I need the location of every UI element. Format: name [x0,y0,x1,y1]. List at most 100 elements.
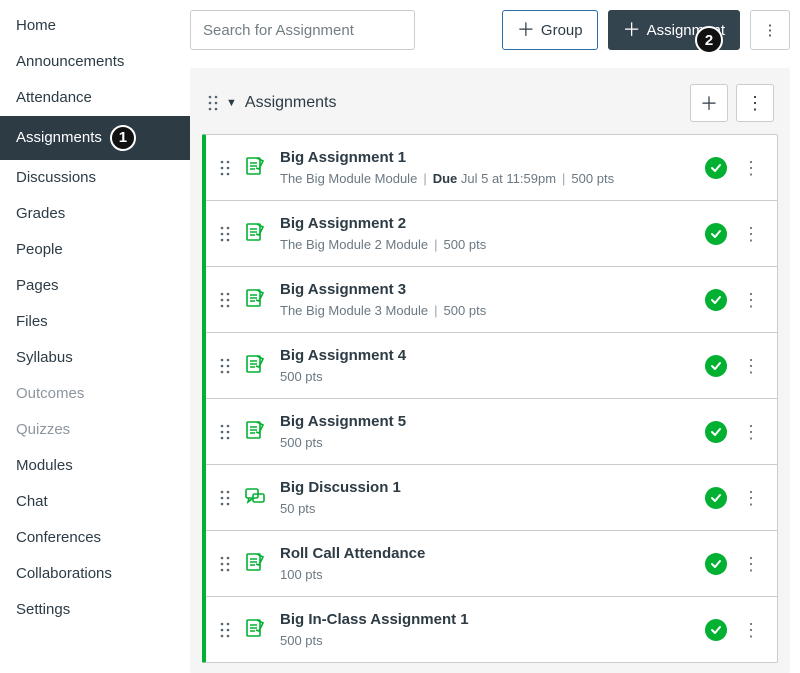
nav-item-modules[interactable]: Modules [0,448,190,484]
nav-item-announcements[interactable]: Announcements [0,44,190,80]
drag-handle-icon[interactable] [208,95,218,111]
drag-handle-icon[interactable] [220,490,230,506]
nav-item-label: Assignments [16,129,102,147]
published-check-icon[interactable] [705,355,727,377]
nav-item-assignments[interactable]: Assignments 1 [0,116,190,160]
drag-handle-icon[interactable] [220,160,230,176]
row-body: Big Assignment 4500 pts [280,347,691,384]
toolbar: ＋ Group ＋ Assignment ⋮ 2 [190,10,790,50]
row-body: Big Assignment 5500 pts [280,413,691,450]
published-check-icon[interactable] [705,157,727,179]
drag-handle-icon[interactable] [220,622,230,638]
nav-item-label: Modules [16,457,73,475]
assignment-icon [244,551,266,576]
published-check-icon[interactable] [705,553,727,575]
callout-badge-2: 2 [695,26,723,54]
nav-item-people[interactable]: People [0,232,190,268]
assignment-row[interactable]: Big Assignment 2The Big Module 2 Module|… [206,201,777,267]
main-content: ＋ Group ＋ Assignment ⋮ 2 ▼ Assignments ＋ [190,0,800,672]
group-more-button[interactable]: ⋮ [736,84,774,122]
assignment-title: Big In-Class Assignment 1 [280,611,691,629]
nav-item-grades[interactable]: Grades [0,196,190,232]
group-title: Assignments [245,94,337,112]
drag-handle-icon[interactable] [220,226,230,242]
published-check-icon[interactable] [705,487,727,509]
assignment-icon [244,287,266,312]
nav-item-collaborations[interactable]: Collaborations [0,556,190,592]
assignment-row[interactable]: Big Assignment 1 The Big Module Module|Du… [206,135,777,201]
published-check-icon[interactable] [705,223,727,245]
nav-item-label: Quizzes [16,421,70,439]
assignment-meta: 100 pts [280,567,691,582]
row-more-button[interactable]: ⋮ [741,489,761,507]
assignment-row[interactable]: Big Assignment 3The Big Module 3 Module|… [206,267,777,333]
nav-item-outcomes[interactable]: Outcomes [0,376,190,412]
group-add-button[interactable]: ＋ [690,84,728,122]
row-body: Big Assignment 1 The Big Module Module|Du… [280,149,691,186]
row-more-button[interactable]: ⋮ [741,357,761,375]
nav-item-label: Conferences [16,529,101,547]
published-check-icon[interactable] [705,421,727,443]
row-body: Big In-Class Assignment 1500 pts [280,611,691,648]
assignment-icon [244,155,266,180]
assignment-row[interactable]: Big Assignment 5500 pts ⋮ [206,399,777,465]
add-group-button[interactable]: ＋ Group [502,10,598,50]
assignment-row[interactable]: Big Assignment 4500 pts ⋮ [206,333,777,399]
nav-item-label: Announcements [16,53,124,71]
search-input[interactable] [190,10,415,50]
nav-item-label: Files [16,313,48,331]
assignment-meta: The Big Module Module|Due Jul 5 at 11:59… [280,171,691,186]
assignment-title: Big Discussion 1 [280,479,691,497]
kebab-icon: ⋮ [746,93,764,114]
nav-item-pages[interactable]: Pages [0,268,190,304]
toolbar-more-button[interactable]: ⋮ [750,10,790,50]
nav-item-syllabus[interactable]: Syllabus [0,340,190,376]
drag-handle-icon[interactable] [220,358,230,374]
assignment-list: Big Assignment 1 The Big Module Module|Du… [202,134,778,663]
nav-item-home[interactable]: Home [0,8,190,44]
nav-item-settings[interactable]: Settings [0,592,190,628]
nav-item-label: Discussions [16,169,96,187]
row-more-button[interactable]: ⋮ [741,621,761,639]
assignment-icon [244,419,266,444]
nav-item-label: Settings [16,601,70,619]
nav-item-conferences[interactable]: Conferences [0,520,190,556]
row-more-button[interactable]: ⋮ [741,555,761,573]
row-body: Big Discussion 1 50 pts [280,479,691,516]
nav-item-attendance[interactable]: Attendance [0,80,190,116]
assignment-title: Big Assignment 1 [280,149,691,167]
assignment-meta: 50 pts [280,501,691,516]
assignment-row[interactable]: Big Discussion 1 50 pts ⋮ [206,465,777,531]
nav-item-label: Collaborations [16,565,112,583]
drag-handle-icon[interactable] [220,556,230,572]
published-check-icon[interactable] [705,619,727,641]
plus-icon: ＋ [700,90,718,116]
nav-item-label: Grades [16,205,65,223]
nav-item-discussions[interactable]: Discussions [0,160,190,196]
row-body: Big Assignment 2The Big Module 2 Module|… [280,215,691,252]
row-more-button[interactable]: ⋮ [741,291,761,309]
assignment-row[interactable]: Big In-Class Assignment 1500 pts ⋮ [206,597,777,662]
nav-item-label: People [16,241,63,259]
nav-item-quizzes[interactable]: Quizzes [0,412,190,448]
published-check-icon[interactable] [705,289,727,311]
assignment-icon [244,221,266,246]
assignment-icon [244,617,266,642]
nav-item-label: Outcomes [16,385,84,403]
assignment-row[interactable]: Roll Call Attendance100 pts⋮ [206,531,777,597]
nav-item-label: Chat [16,493,48,511]
callout-badge-1: 1 [110,125,136,151]
assignment-icon [244,353,266,378]
course-nav: Home Announcements Attendance Assignments 1D… [0,0,190,672]
row-more-button[interactable]: ⋮ [741,423,761,441]
group-header[interactable]: ▼ Assignments ＋ ⋮ [202,80,778,134]
nav-item-chat[interactable]: Chat [0,484,190,520]
nav-item-label: Attendance [16,89,92,107]
assignment-title: Big Assignment 2 [280,215,691,233]
drag-handle-icon[interactable] [220,292,230,308]
nav-item-files[interactable]: Files [0,304,190,340]
drag-handle-icon[interactable] [220,424,230,440]
plus-icon: ＋ [517,21,535,39]
row-more-button[interactable]: ⋮ [741,159,761,177]
row-more-button[interactable]: ⋮ [741,225,761,243]
